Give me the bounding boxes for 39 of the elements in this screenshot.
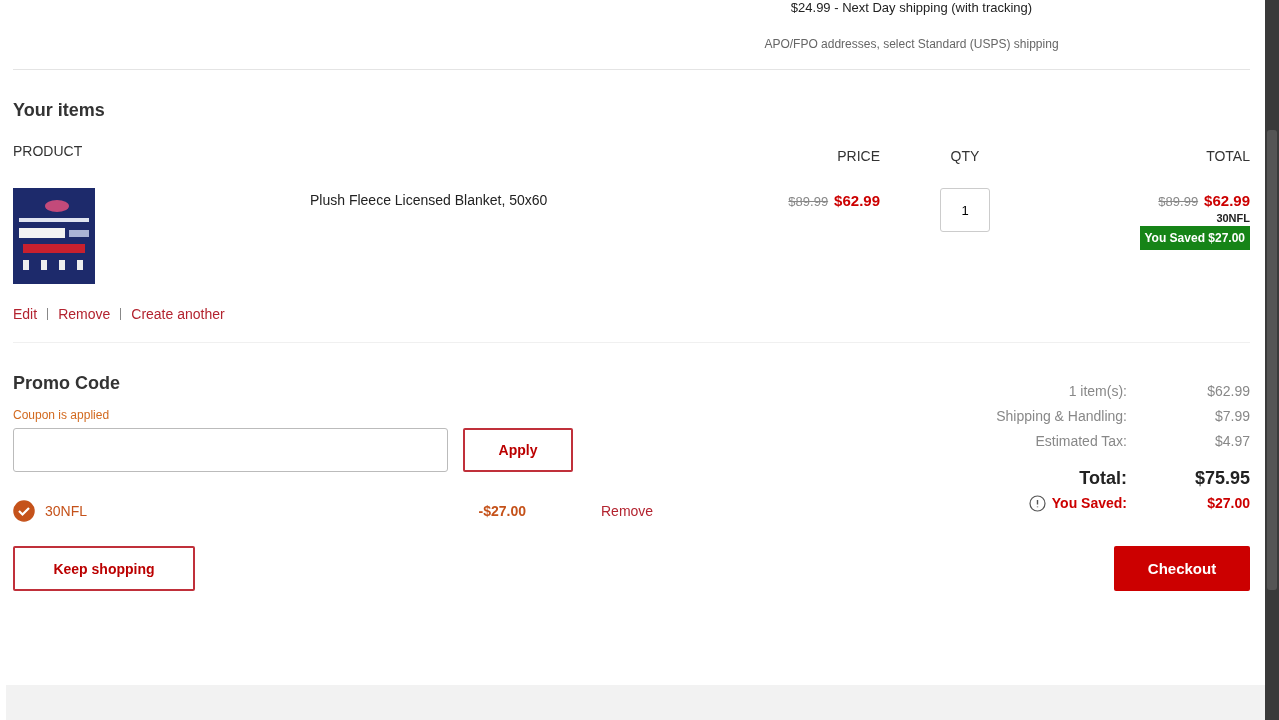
info-icon[interactable] (1028, 495, 1046, 512)
item-action-link[interactable]: Remove (58, 306, 111, 322)
summary-label: 1 item(s): (1068, 382, 1127, 401)
quantity-field[interactable]: 1 (940, 188, 990, 232)
summary-value: $62.99 (1207, 382, 1250, 401)
shipping-note: APO/FPO addresses, select Standard (USPS) shipping (764, 37, 1059, 51)
summary-label: Estimated Tax: (1035, 432, 1127, 451)
product-name: Plush Fleece Licensed Blanket, 50x60 (310, 191, 549, 208)
column-header: PRICE (837, 148, 880, 164)
column-header: QTY (950, 148, 980, 164)
column-header: TOTAL (1206, 148, 1250, 164)
coupon-amount: -$27.00 (478, 503, 526, 519)
savings-value: $27.00 (1207, 494, 1250, 513)
savings-badge: You Saved $27.00 (1139, 226, 1250, 250)
original-price: $89.99 (788, 194, 829, 209)
column-header: PRODUCT (13, 143, 84, 159)
coupon-code: 30NFL (1216, 212, 1250, 224)
summary-label: Shipping & Handling: (996, 407, 1127, 426)
sale-price: $62.99 (834, 192, 880, 209)
sale-total: $62.99 (1204, 192, 1250, 209)
total-value: $75.95 (1194, 467, 1250, 490)
promo-code-field[interactable] (13, 428, 448, 472)
summary-value: $7.99 (1214, 407, 1250, 426)
scrollbar-thumb[interactable] (1267, 130, 1277, 590)
item-action-link[interactable]: Create another (131, 306, 225, 322)
savings-label: You Saved: (1051, 494, 1127, 513)
coupon-status: Coupon is applied (13, 408, 111, 422)
original-total: $89.99 (1158, 194, 1199, 209)
checkout-button[interactable]: Checkout (1114, 546, 1250, 591)
apply-button[interactable]: Apply (463, 428, 573, 472)
item-action-link[interactable]: Edit (13, 306, 38, 322)
shipping-option: $24.99 - Next Day shipping (with tracking) (790, 0, 1033, 15)
summary-value: $4.97 (1214, 432, 1250, 451)
total-label: Total: (1079, 467, 1127, 490)
section-title: Your items (13, 100, 106, 121)
remove-coupon-link[interactable]: Remove (526, 503, 654, 519)
section-title: Promo Code (13, 373, 121, 394)
coupon-code: 30NFL (45, 503, 89, 519)
keep-shopping-button[interactable]: Keep shopping (13, 546, 195, 591)
